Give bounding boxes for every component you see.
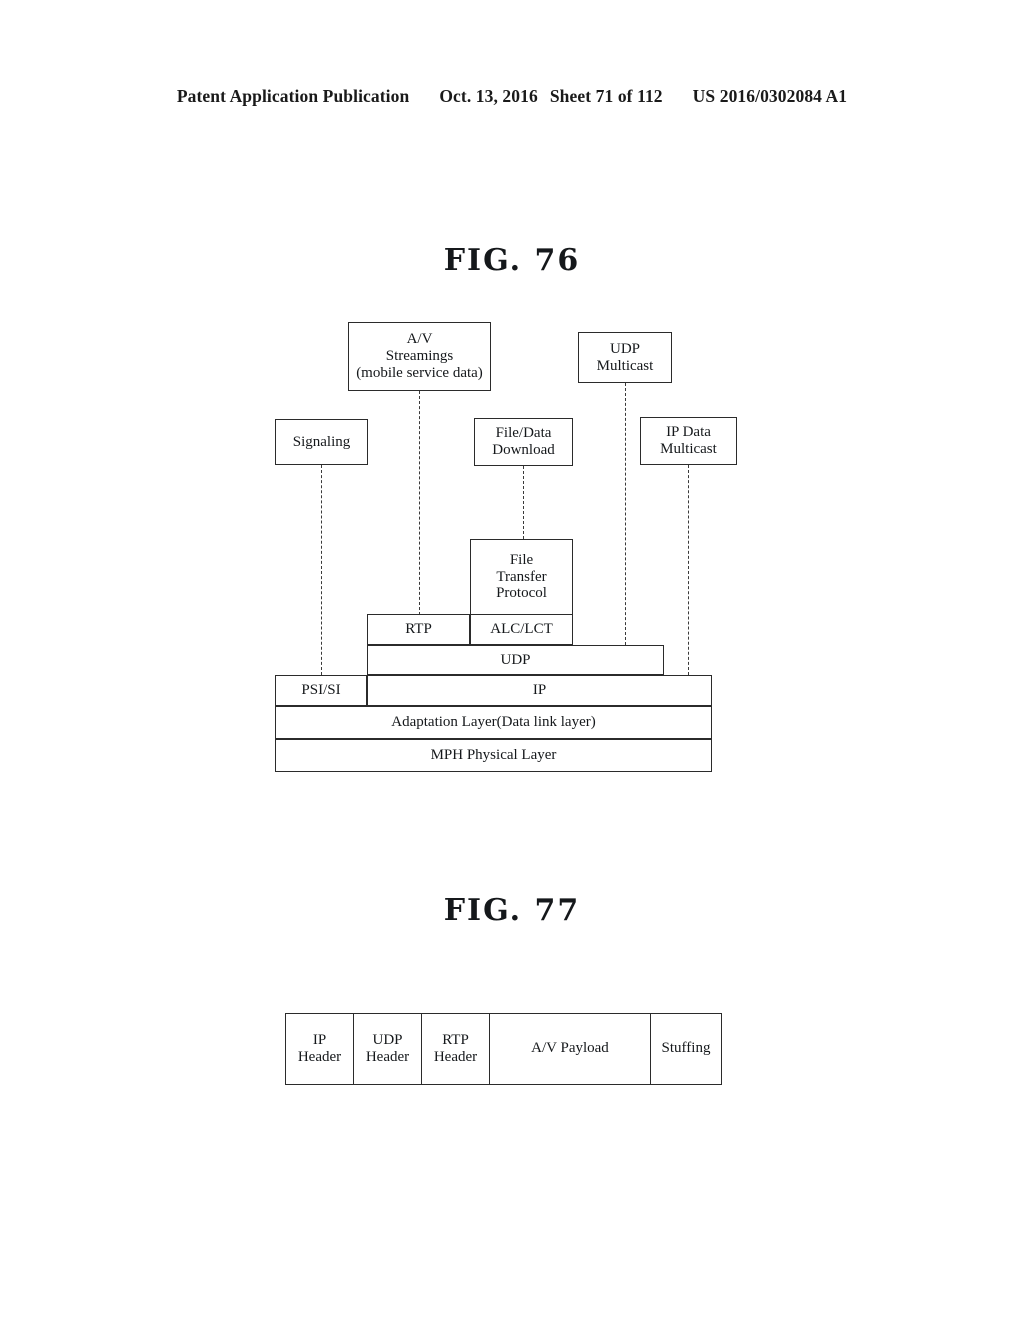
band-alc-lct: ALC/LCT [470,614,573,645]
packet-cell-udp-header: UDP Header [354,1014,422,1084]
signaling-label: Signaling [292,433,351,450]
av-streamings-line1: A/V [406,331,433,348]
packet-cell-stuffing: Stuffing [651,1014,721,1084]
alc-lct-label: ALC/LCT [490,621,553,637]
figure-77-title: FIG. 77 [443,893,581,928]
band-rtp: RTP [367,614,470,645]
rtp-label: RTP [405,621,432,637]
udp-label: UDP [500,651,531,668]
connector-ipdata-to-ip [688,465,689,675]
ip-header-line1: IP [312,1031,327,1048]
box-av-streamings: A/V Streamings (mobile service data) [348,322,491,391]
packet-cell-av-payload: A/V Payload [490,1014,651,1084]
ip-data-multicast-line1: IP Data [666,424,711,441]
packet-cell-rtp-header: RTP Header [422,1014,490,1084]
band-udp: UDP [367,645,664,675]
band-psi-si: PSI/SI [275,675,367,706]
rtp-header-line2: Header [433,1049,478,1065]
publication-date: Oct. 13, 2016 [439,86,538,106]
box-udp-multicast: UDP Multicast [578,332,672,383]
udp-multicast-line2: Multicast [596,357,654,374]
av-streamings-line3: (mobile service data) [356,364,483,381]
ip-data-multicast-line2: Multicast [660,441,717,457]
adaptation-layer-label: Adaptation Layer(Data link layer) [391,714,596,730]
file-data-download-line1: File/Data [495,425,552,442]
box-signaling: Signaling [275,419,368,465]
udp-multicast-line1: UDP [609,340,640,357]
connector-signaling-to-psisi [321,465,322,675]
patent-number: US 2016/0302084 A1 [692,86,848,106]
packet-cell-ip-header: IP Header [286,1014,354,1084]
publication-header: Patent Application Publication Oct. 13, … [0,86,1024,107]
publication-title: Patent Application Publication [176,86,410,106]
psi-si-label: PSI/SI [301,682,341,698]
band-adaptation-layer: Adaptation Layer(Data link layer) [275,706,712,739]
ftp-line1: File [509,551,534,568]
physical-layer-label: MPH Physical Layer [430,747,557,763]
band-ip: IP [367,675,712,706]
sheet-number: Sheet 71 of 112 [549,86,663,106]
connector-udp-multicast-to-udp [625,383,626,645]
box-ip-data-multicast: IP Data Multicast [640,417,737,465]
file-data-download-line2: Download [492,442,555,458]
av-streamings-line2: Streamings [385,348,454,365]
connector-filedata-to-ftp [523,466,524,539]
udp-header-line2: Header [365,1049,410,1065]
udp-header-line1: UDP [372,1031,403,1048]
packet-structure-diagram: IP Header UDP Header RTP Header A/V Payl… [285,1013,722,1085]
ip-header-line2: Header [297,1049,342,1065]
stuffing-label: Stuffing [661,1040,711,1057]
band-mph-physical-layer: MPH Physical Layer [275,739,712,772]
av-payload-label: A/V Payload [531,1040,609,1057]
ftp-line3: Protocol [496,585,547,602]
box-file-data-download: File/Data Download [474,418,573,466]
ip-label: IP [532,682,547,698]
figure-76-title: FIG. 76 [443,243,581,278]
ftp-line2: Transfer [496,568,547,585]
connector-av-to-rtp [419,391,420,615]
rtp-header-line1: RTP [442,1031,469,1048]
box-file-transfer-protocol: File Transfer Protocol [470,539,573,615]
